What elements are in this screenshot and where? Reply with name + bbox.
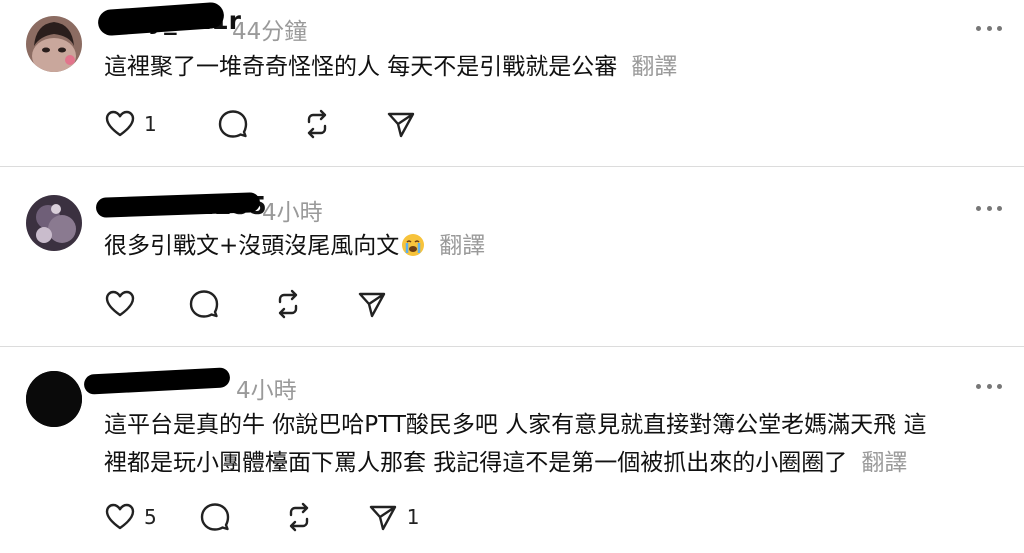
- comment-post-2: wenu02255 4小時 很多引戰文+沒頭沒尾風向文翻譯: [0, 167, 1024, 346]
- repost-button[interactable]: [272, 288, 322, 320]
- comment-button[interactable]: [188, 288, 238, 320]
- like-button[interactable]: 5: [104, 501, 157, 533]
- like-button[interactable]: [104, 288, 154, 320]
- speech-bubble-icon: [200, 503, 229, 531]
- paper-plane-icon: [369, 505, 396, 531]
- like-count: 1: [144, 112, 157, 136]
- heart-icon: [105, 503, 135, 530]
- avatar[interactable]: [26, 371, 82, 427]
- comment-post-1: nmy_o11r 44分鐘 這裡聚了一堆奇奇怪怪的人 每天不是引戰就是公審翻譯 …: [0, 0, 1024, 166]
- repost-arrows-icon: [278, 289, 298, 319]
- more-options-button[interactable]: [976, 204, 1002, 212]
- timestamp: 44分鐘: [232, 19, 308, 45]
- comment-body-line-1: 這平台是真的牛 你說巴哈PTT酸民多吧 人家有意見就直接對簿公堂老媽滿天飛 這: [104, 412, 927, 438]
- comment-body: 很多引戰文+沒頭沒尾風向文: [104, 233, 400, 259]
- repost-arrows-icon: [307, 109, 326, 139]
- translate-link[interactable]: 翻譯: [439, 233, 485, 259]
- comment-button[interactable]: [199, 501, 249, 533]
- avatar[interactable]: [26, 16, 82, 72]
- action-bar: 5 1: [104, 501, 453, 533]
- comment-post-3: 4小時 這平台是真的牛 你說巴哈PTT酸民多吧 人家有意見就直接對簿公堂老媽滿天…: [0, 347, 1024, 553]
- like-button[interactable]: 1: [104, 108, 157, 140]
- repost-button[interactable]: [283, 501, 333, 533]
- more-options-button[interactable]: [976, 382, 1002, 390]
- comment-button[interactable]: [217, 108, 267, 140]
- action-bar: [104, 288, 440, 320]
- comment-body: 這裡聚了一堆奇奇怪怪的人 每天不是引戰就是公審: [104, 54, 618, 80]
- comment-text: 這裡聚了一堆奇奇怪怪的人 每天不是引戰就是公審 翻譯: [104, 48, 996, 86]
- translate-link[interactable]: 翻譯: [631, 54, 677, 80]
- avatar[interactable]: [26, 195, 82, 251]
- translate-link[interactable]: 翻譯: [861, 450, 907, 476]
- more-dots-icon: [976, 383, 981, 389]
- more-dots-icon: [976, 205, 981, 211]
- timestamp: 4小時: [236, 378, 297, 404]
- speech-bubble-icon: [218, 110, 247, 138]
- paper-plane-icon: [387, 112, 414, 138]
- share-button[interactable]: [356, 288, 406, 320]
- share-button[interactable]: 1: [367, 501, 420, 533]
- share-count: 1: [406, 505, 420, 529]
- comment-text: 這平台是真的牛 你說巴哈PTT酸民多吧 人家有意見就直接對簿公堂老媽滿天飛 這 …: [104, 406, 996, 482]
- like-count: 5: [144, 505, 157, 529]
- heart-icon: [105, 110, 135, 137]
- timestamp: 4小時: [262, 200, 323, 226]
- repost-arrows-icon: [289, 502, 308, 532]
- more-dots-icon: [976, 25, 981, 31]
- username-redaction: [83, 367, 231, 395]
- repost-button[interactable]: [301, 108, 351, 140]
- loudly-crying-face-emoji: [402, 234, 425, 256]
- paper-plane-icon: [358, 292, 386, 318]
- comment-text: 很多引戰文+沒頭沒尾風向文 翻譯: [104, 227, 996, 265]
- heart-icon: [105, 290, 135, 317]
- speech-bubble-icon: [189, 290, 219, 318]
- share-button[interactable]: [385, 108, 435, 140]
- more-options-button[interactable]: [976, 24, 1002, 32]
- action-bar: 1: [104, 108, 469, 140]
- comment-body-line-2: 裡都是玩小團體檯面下罵人那套 我記得這不是第一個被抓出來的小圈圈了: [104, 450, 848, 476]
